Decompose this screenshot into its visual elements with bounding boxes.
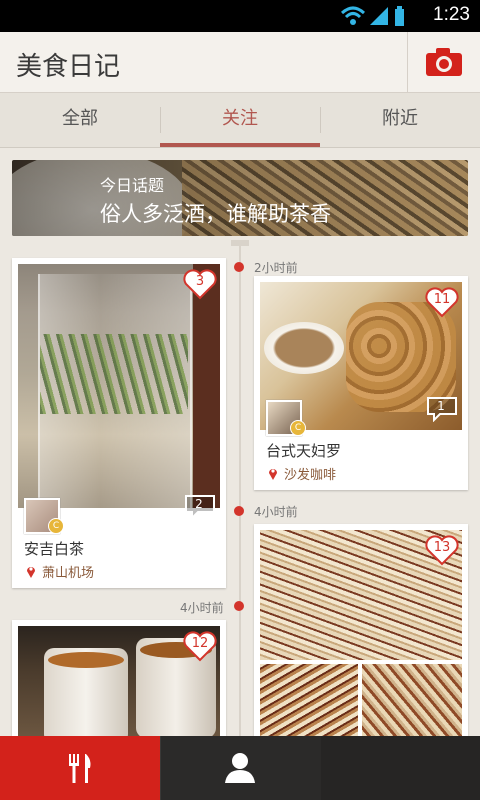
like-count: 13 [433, 540, 451, 555]
comment-badge[interactable]: 2 [184, 494, 216, 521]
battery-icon [395, 6, 404, 26]
status-bar: 1:23 [0, 0, 480, 32]
fork-knife-icon [69, 754, 91, 783]
banner-headline: 俗人多泛酒，谁解助茶香 [100, 202, 331, 226]
comment-badge[interactable]: 1 [426, 396, 458, 423]
like-count: 3 [195, 274, 205, 289]
like-badge[interactable]: 12 [182, 630, 218, 662]
tab-label: 附近 [382, 108, 418, 129]
location-name: 萧山机场 [42, 566, 95, 581]
banner-label: 今日话题 [100, 176, 165, 195]
wifi-icon [340, 6, 366, 25]
food-photo [18, 264, 220, 508]
diary-card[interactable]: 11 1 C 台式天妇罗 沙发咖啡 [254, 276, 468, 490]
like-badge[interactable]: 13 [424, 534, 460, 566]
location-pin-icon [27, 567, 35, 578]
dish-name: 安吉白茶 [24, 540, 85, 558]
tab-indicator [160, 143, 320, 147]
signal-icons [340, 6, 404, 26]
timeline-time: 4小时前 [180, 601, 224, 615]
timeline [239, 240, 241, 740]
tab-all[interactable]: 全部 [0, 93, 160, 147]
tab-label: 全部 [62, 108, 98, 129]
topic-banner[interactable]: 今日话题 俗人多泛酒，谁解助茶香 [12, 160, 468, 236]
app-title: 美食日记 [16, 52, 121, 82]
bottom-nav [0, 736, 480, 800]
timeline-dot [234, 262, 244, 272]
diary-card[interactable]: 3 2 C 安吉白茶 萧山机场 [12, 258, 226, 588]
diary-card[interactable]: 13 [254, 524, 468, 736]
nav-more[interactable] [320, 736, 480, 800]
timeline-time: 4小时前 [254, 505, 298, 519]
timeline-dot [234, 506, 244, 516]
tab-nearby[interactable]: 附近 [320, 93, 480, 147]
tab-label: 关注 [222, 108, 258, 129]
nav-profile[interactable] [160, 736, 321, 800]
like-badge[interactable]: 11 [424, 286, 460, 318]
tab-bar: 全部 关注 附近 [0, 93, 480, 148]
comment-count: 1 [437, 399, 445, 413]
level-badge: C [48, 518, 64, 534]
location-name: 沙发咖啡 [284, 468, 337, 483]
comment-count: 2 [195, 497, 203, 511]
level-badge: C [290, 420, 306, 436]
like-count: 11 [433, 292, 451, 307]
profile-icon [225, 753, 255, 783]
diary-card[interactable]: 12 [12, 620, 226, 736]
like-count: 12 [191, 636, 209, 651]
clock: 1:23 [433, 4, 470, 25]
divider [407, 32, 408, 92]
cell-signal-icon [370, 7, 388, 25]
tab-following[interactable]: 关注 [160, 93, 320, 147]
nav-food[interactable] [0, 736, 160, 800]
timeline-dot [234, 601, 244, 611]
like-badge[interactable]: 3 [182, 268, 218, 300]
location-pin-icon [269, 469, 277, 480]
app-bar: 美食日记 [0, 32, 480, 93]
camera-icon[interactable] [424, 46, 464, 78]
dish-name: 台式天妇罗 [266, 442, 342, 460]
timeline-time: 2小时前 [254, 261, 298, 275]
